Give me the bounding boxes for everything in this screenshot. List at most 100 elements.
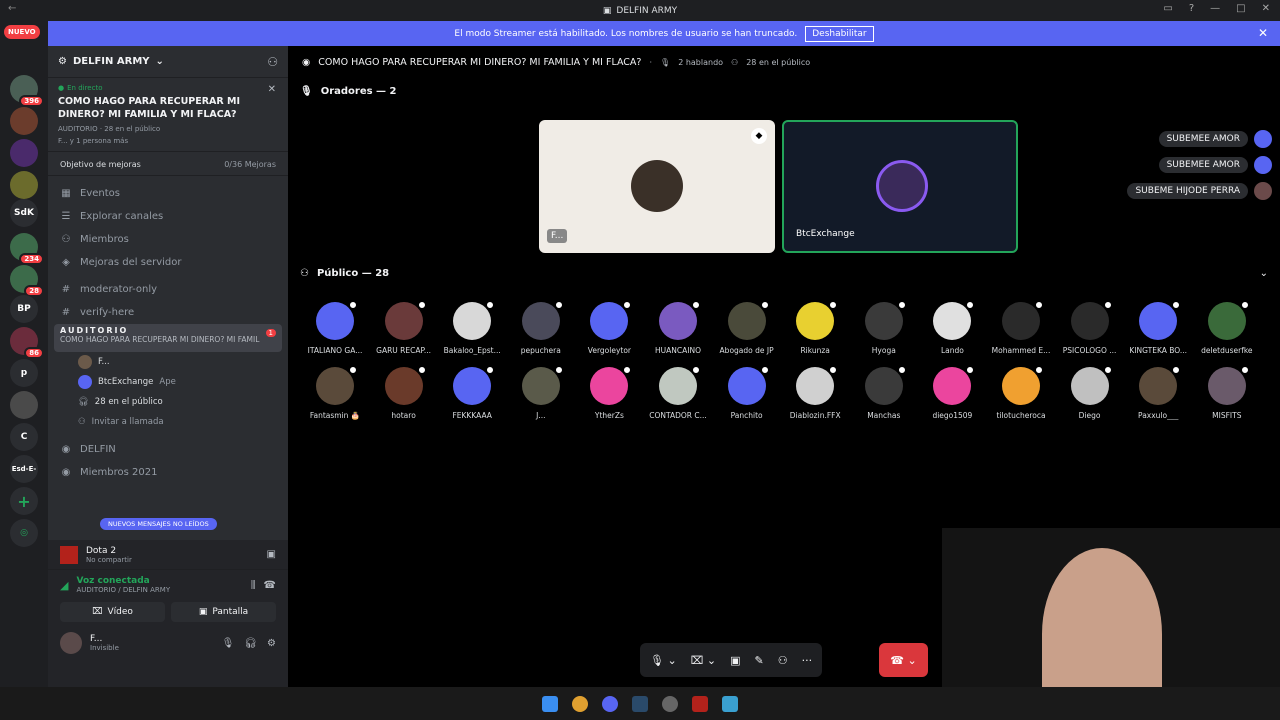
new-badge[interactable]: NUEVO (4, 25, 40, 39)
soundboard-icon[interactable]: ⫼ (251, 580, 256, 591)
close-icon[interactable]: ✕ (268, 84, 276, 95)
close-icon[interactable]: ✕ (1258, 26, 1268, 40)
channel-auditorio[interactable]: AUDITORIO COMO HAGO PARA RECUPERAR MI DI… (54, 324, 282, 352)
live-stage-card[interactable]: ● En directo COMO HAGO PARA RECUPERAR MI … (48, 78, 288, 152)
audience-member[interactable]: Manchas (849, 365, 919, 420)
start-icon[interactable] (542, 695, 558, 712)
server-header[interactable]: ⚙ DELFIN ARMY ⌄ ⚇ (48, 46, 288, 78)
audience-member[interactable]: Panchito (712, 365, 782, 420)
audience-member[interactable]: deletduserfke (1192, 300, 1262, 355)
disconnect-button[interactable]: ☎ ⌄ (879, 643, 928, 677)
settings-icon[interactable]: ⚙ (267, 638, 276, 649)
audience-member[interactable]: FEKKKAAA (437, 365, 507, 420)
notepad-icon[interactable] (722, 695, 738, 712)
disconnect-icon[interactable]: ☎ (264, 580, 276, 591)
speaker-tile[interactable]: ◆ F... (539, 120, 775, 253)
inbox-icon[interactable]: ▭ (1163, 3, 1172, 14)
video-button[interactable]: ⌧ Vídeo (60, 602, 165, 622)
audience-member[interactable]: Mohammed E... (986, 300, 1056, 355)
maximize-button[interactable]: □ (1236, 3, 1245, 14)
guild-c[interactable]: C (10, 423, 38, 451)
audience-member[interactable]: GARU RECAP... (369, 300, 439, 355)
audience-member[interactable]: Bakaloo_Epst... (437, 300, 507, 355)
invite-to-call[interactable]: ⚇ Invitar a llamada (48, 412, 288, 432)
guild-esd[interactable]: Esd-E- (10, 455, 38, 483)
speaker-tile[interactable]: BtcExchange (782, 120, 1018, 253)
explore-icon[interactable]: ◎ (10, 519, 38, 547)
audience-member[interactable]: Vergoleytor (574, 300, 644, 355)
video-off-icon[interactable]: ⌧ ⌄ (691, 654, 716, 667)
audience-member[interactable]: Rikunza (780, 300, 850, 355)
chrome-icon[interactable] (572, 695, 588, 712)
audience-member[interactable]: Paxxulo___ (1123, 365, 1193, 420)
guild-icon[interactable] (10, 107, 38, 135)
guild-bp[interactable]: BP (10, 295, 38, 323)
hand-icon (965, 300, 976, 310)
invite-icon[interactable]: ⚇ (267, 55, 278, 69)
audience-member[interactable]: MISFITS (1192, 365, 1262, 420)
dota-icon[interactable] (692, 695, 708, 712)
channel-delfin[interactable]: ◉ DELFIN (48, 438, 288, 461)
app-icon[interactable] (662, 695, 678, 712)
audience-member[interactable]: HUANCAINO (643, 300, 713, 355)
mic-icon[interactable]: 🎙︎ ⌄ (650, 654, 677, 667)
guild-icon[interactable]: 86 (10, 327, 44, 359)
guild-icon[interactable] (10, 391, 38, 419)
guild-icon[interactable]: 234 (10, 233, 44, 265)
activity-status[interactable]: Dota 2 No compartir ▣ (48, 540, 288, 570)
add-user-icon[interactable]: ⚇ (778, 654, 788, 667)
channel-miembros-2021[interactable]: ◉ Miembros 2021 (48, 461, 288, 484)
add-server-icon[interactable]: + (10, 487, 38, 515)
activity-icon[interactable]: ✎ (754, 654, 763, 667)
screen-share-button[interactable]: ▣ Pantalla (171, 602, 276, 622)
audience-member[interactable]: ITALIANO GA... (300, 300, 370, 355)
guild-icon[interactable] (10, 139, 38, 167)
nav-miembros[interactable]: ⚇ Miembros (48, 228, 288, 251)
close-window-button[interactable]: ✕ (1262, 3, 1270, 14)
public-count[interactable]: 🎧︎ 28 en el público (48, 392, 288, 412)
audience-member[interactable]: hotaro (369, 365, 439, 420)
nav-explorar[interactable]: ☰ Explorar canales (48, 205, 288, 228)
channel-moderator-only[interactable]: # moderator-only (48, 278, 288, 301)
audience-member[interactable]: Hyoga (849, 300, 919, 355)
voice-user[interactable]: BtcExchange Ape (48, 372, 288, 392)
guild-icon[interactable]: 28 (10, 265, 44, 297)
minimize-button[interactable]: — (1210, 3, 1220, 14)
voice-user[interactable]: F... (48, 352, 288, 372)
audience-member[interactable]: Lando (917, 300, 987, 355)
guild-icon[interactable]: 396 (10, 75, 44, 107)
nav-eventos[interactable]: ▦ Eventos (48, 182, 288, 205)
mic-icon[interactable]: 🎙︎ (222, 638, 235, 649)
guild-p[interactable]: p (10, 359, 38, 387)
disable-streamer-button[interactable]: Deshabilitar (805, 25, 874, 42)
screen-share-icon[interactable]: ▣ (730, 654, 740, 667)
avatar[interactable] (60, 632, 82, 654)
audience-member[interactable]: CONTADOR C... (643, 365, 713, 420)
discord-icon[interactable] (602, 695, 618, 712)
audience-member[interactable]: Diego (1055, 365, 1125, 420)
audience-member[interactable]: KINGTEKA BO... (1123, 300, 1193, 355)
guild-icon[interactable] (10, 171, 38, 199)
share-icon[interactable]: ▣ (267, 549, 276, 560)
back-icon[interactable]: ← (8, 3, 16, 14)
audience-member[interactable]: PSICOLOGO ... (1055, 300, 1125, 355)
new-messages-pill[interactable]: NUEVOS MENSAJES NO LEÍDOS (100, 518, 217, 530)
audience-member[interactable]: YtherZs (574, 365, 644, 420)
guild-sdk[interactable]: SdK (10, 199, 38, 227)
nav-mejoras[interactable]: ◈ Mejoras del servidor (48, 251, 288, 274)
audience-member[interactable]: J... (506, 365, 576, 420)
audience-member[interactable]: pepuchera (506, 300, 576, 355)
steam-icon[interactable] (632, 695, 648, 712)
headphones-icon[interactable]: 🎧︎ (244, 638, 257, 649)
audience-member[interactable]: Abogado de JP (712, 300, 782, 355)
audience-member[interactable]: tilotucheroca (986, 365, 1056, 420)
boost-goal[interactable]: Objetivo de mejoras 0/36 Mejoras (48, 154, 288, 176)
chevron-down-icon[interactable]: ⌄ (1260, 268, 1268, 279)
channel-verify-here[interactable]: # verify-here (48, 301, 288, 324)
audience-member[interactable]: Fantasmin 🎂 (300, 365, 370, 420)
audience-member[interactable]: diego1509 (917, 365, 987, 420)
more-icon[interactable]: ··· (802, 654, 813, 667)
help-icon[interactable]: ? (1189, 3, 1194, 14)
audience-member[interactable]: Diablozin.FFX (780, 365, 850, 420)
avatar (453, 300, 496, 340)
